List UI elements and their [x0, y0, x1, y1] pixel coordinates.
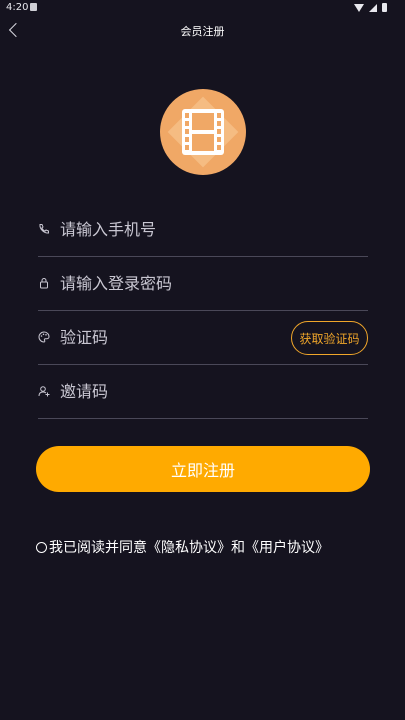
- agreement-prefix: 我已阅读并同意: [49, 540, 147, 556]
- notification-icon: [30, 3, 37, 11]
- status-time: 4:20: [6, 2, 29, 13]
- user-agreement-link[interactable]: 《用户协议》: [245, 537, 329, 557]
- password-input[interactable]: [60, 269, 300, 297]
- status-bar: 4:20: [0, 0, 405, 16]
- nav-bar: 会员注册: [0, 16, 405, 46]
- palette-icon: [38, 331, 50, 343]
- agreement-and: 和: [231, 540, 245, 556]
- register-button[interactable]: 立即注册: [36, 446, 370, 492]
- user-add-icon: [38, 386, 50, 397]
- password-field: [38, 257, 368, 311]
- lock-icon: [40, 278, 48, 289]
- wifi-icon: [354, 3, 364, 12]
- invite-field: [38, 365, 368, 419]
- get-code-button[interactable]: 获取验证码: [291, 321, 368, 355]
- code-field: 获取验证码: [38, 311, 368, 365]
- code-input[interactable]: [60, 323, 300, 351]
- phone-field: [38, 203, 368, 257]
- signal-icon: [369, 3, 377, 12]
- battery-icon: [382, 3, 387, 12]
- status-icons: [354, 3, 387, 12]
- phone-icon: [39, 224, 49, 234]
- film-icon: [182, 109, 224, 155]
- page-title: 会员注册: [180, 25, 225, 38]
- privacy-link[interactable]: 《隐私协议》: [147, 537, 231, 557]
- phone-input[interactable]: [60, 215, 300, 243]
- agreement-row: 我已阅读并同意 《隐私协议》 和 《用户协议》: [36, 537, 329, 557]
- invite-input[interactable]: [60, 377, 300, 405]
- app-logo: [160, 89, 246, 175]
- agree-radio[interactable]: [36, 541, 47, 553]
